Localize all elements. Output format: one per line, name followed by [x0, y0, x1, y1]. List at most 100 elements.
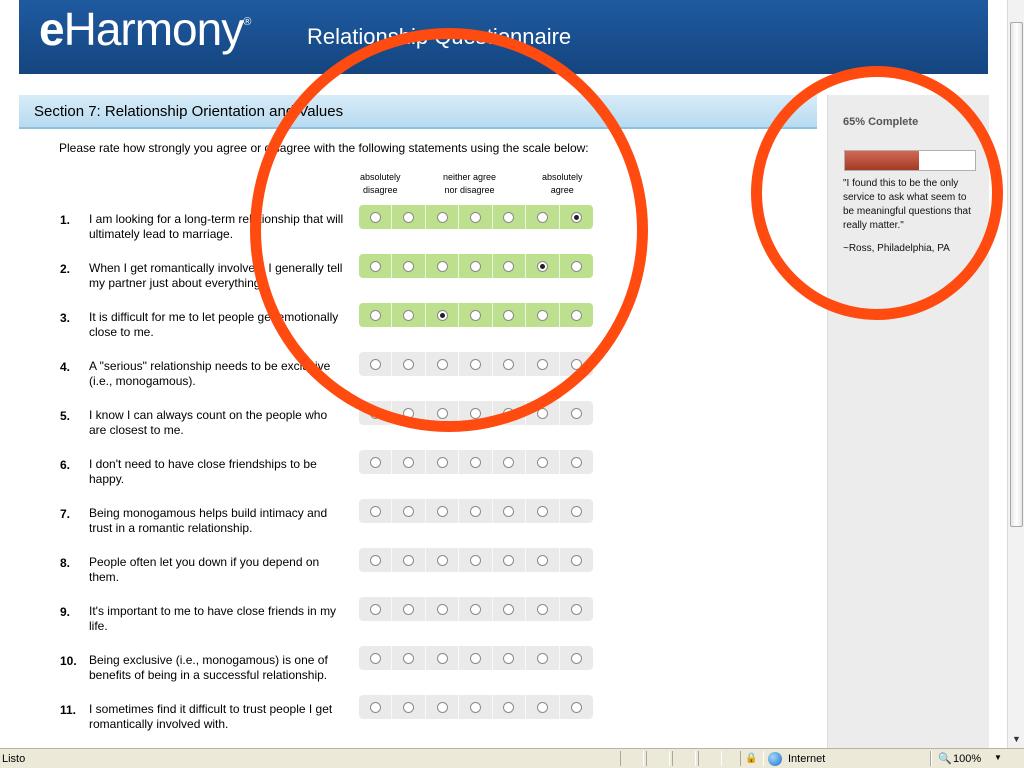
rating-radio-3[interactable]: [436, 652, 448, 664]
rating-radio-1[interactable]: [369, 407, 381, 419]
rating-radio-5[interactable]: [503, 211, 515, 223]
rating-radio-3[interactable]: [436, 701, 448, 713]
rating-radio-6[interactable]: [536, 505, 548, 517]
rating-radio-1[interactable]: [369, 505, 381, 517]
rating-radio-2[interactable]: [403, 358, 415, 370]
scrollbar-thumb[interactable]: [1010, 22, 1023, 527]
rating-radio-3[interactable]: [436, 309, 448, 321]
browser-status-bar: Listo 🔒 Internet 🔍 100% ▼: [0, 748, 1024, 768]
rating-radio-6[interactable]: [536, 652, 548, 664]
rating-cell: [526, 205, 560, 229]
rating-radio-3[interactable]: [436, 260, 448, 272]
rating-radio-3[interactable]: [436, 554, 448, 566]
rating-radio-5[interactable]: [503, 652, 515, 664]
rating-radio-7[interactable]: [570, 701, 582, 713]
rating-radio-5[interactable]: [503, 260, 515, 272]
rating-radio-7[interactable]: [570, 260, 582, 272]
rating-radio-7[interactable]: [570, 456, 582, 468]
scroll-down-arrow-icon[interactable]: ▼: [1009, 732, 1024, 747]
rating-radio-5[interactable]: [503, 603, 515, 615]
rating-radio-5[interactable]: [503, 309, 515, 321]
rating-radio-7[interactable]: [570, 603, 582, 615]
rating-radio-4[interactable]: [469, 211, 481, 223]
rating-radio-7[interactable]: [570, 652, 582, 664]
rating-cell: [426, 695, 460, 719]
rating-radio-1[interactable]: [369, 358, 381, 370]
rating-radio-2[interactable]: [403, 407, 415, 419]
rating-radio-6[interactable]: [536, 358, 548, 370]
rating-cell: [359, 548, 393, 572]
rating-radio-7[interactable]: [570, 505, 582, 517]
status-divider: [930, 751, 932, 766]
rating-radio-5[interactable]: [503, 407, 515, 419]
rating-radio-6[interactable]: [536, 407, 548, 419]
zoom-level[interactable]: 100%: [953, 753, 981, 765]
rating-radio-3[interactable]: [436, 456, 448, 468]
rating-radio-3[interactable]: [436, 505, 448, 517]
rating-cell: [526, 352, 560, 376]
rating-radio-5[interactable]: [503, 358, 515, 370]
rating-cell: [493, 352, 527, 376]
rating-radio-3[interactable]: [436, 603, 448, 615]
rating-radio-4[interactable]: [469, 505, 481, 517]
question-number: 11.: [60, 703, 77, 717]
rating-radio-4[interactable]: [469, 554, 481, 566]
rating-radio-3[interactable]: [436, 407, 448, 419]
rating-cell: [459, 254, 493, 278]
rating-radio-1[interactable]: [369, 211, 381, 223]
rating-radio-4[interactable]: [469, 652, 481, 664]
rating-radio-6[interactable]: [536, 211, 548, 223]
testimonial-quote: "I found this to be the only service to …: [843, 178, 971, 231]
rating-radio-2[interactable]: [403, 652, 415, 664]
rating-radio-2[interactable]: [403, 309, 415, 321]
rating-radio-2[interactable]: [403, 554, 415, 566]
rating-radio-6[interactable]: [536, 554, 548, 566]
rating-radio-4[interactable]: [469, 358, 481, 370]
rating-cell: [426, 303, 460, 327]
rating-radio-4[interactable]: [469, 456, 481, 468]
rating-radio-5[interactable]: [503, 505, 515, 517]
rating-radio-2[interactable]: [403, 603, 415, 615]
rating-radio-4[interactable]: [469, 701, 481, 713]
rating-radio-5[interactable]: [503, 456, 515, 468]
rating-radio-3[interactable]: [436, 211, 448, 223]
rating-radio-5[interactable]: [503, 701, 515, 713]
zoom-dropdown-arrow-icon[interactable]: ▼: [994, 753, 1002, 762]
rating-radio-2[interactable]: [403, 456, 415, 468]
rating-radio-5[interactable]: [503, 554, 515, 566]
eharmony-logo[interactable]: eHarmony®: [39, 2, 251, 56]
vertical-scrollbar[interactable]: ▼: [1007, 0, 1024, 748]
zoom-magnifier-icon[interactable]: 🔍: [938, 752, 952, 765]
protected-mode-icon[interactable]: 🔒: [745, 753, 757, 764]
rating-radio-6[interactable]: [536, 603, 548, 615]
rating-radio-2[interactable]: [403, 211, 415, 223]
rating-radio-1[interactable]: [369, 309, 381, 321]
rating-radio-4[interactable]: [469, 260, 481, 272]
rating-radio-1[interactable]: [369, 260, 381, 272]
rating-radio-6[interactable]: [536, 260, 548, 272]
rating-radio-3[interactable]: [436, 358, 448, 370]
rating-radio-2[interactable]: [403, 701, 415, 713]
rating-radio-6[interactable]: [536, 701, 548, 713]
rating-radio-7[interactable]: [570, 309, 582, 321]
rating-radio-7[interactable]: [570, 407, 582, 419]
rating-radio-1[interactable]: [369, 603, 381, 615]
rating-radio-4[interactable]: [469, 407, 481, 419]
rating-radio-6[interactable]: [536, 309, 548, 321]
rating-radio-4[interactable]: [469, 603, 481, 615]
rating-radio-1[interactable]: [369, 701, 381, 713]
rating-scale: [359, 548, 593, 572]
rating-radio-7[interactable]: [570, 554, 582, 566]
rating-radio-2[interactable]: [403, 260, 415, 272]
rating-radio-1[interactable]: [369, 652, 381, 664]
rating-cell: [493, 695, 527, 719]
rating-radio-1[interactable]: [369, 456, 381, 468]
rating-radio-6[interactable]: [536, 456, 548, 468]
status-pane: [646, 751, 670, 766]
rating-radio-4[interactable]: [469, 309, 481, 321]
rating-radio-2[interactable]: [403, 505, 415, 517]
rating-cell: [493, 205, 527, 229]
rating-radio-1[interactable]: [369, 554, 381, 566]
rating-radio-7[interactable]: [570, 211, 582, 223]
rating-radio-7[interactable]: [570, 358, 582, 370]
